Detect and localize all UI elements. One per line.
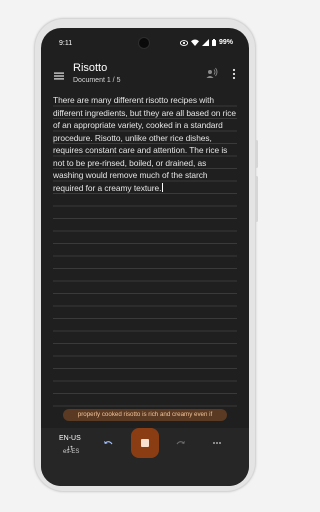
document-text[interactable]: There are many different risotto recipes… (53, 94, 237, 194)
stop-recording-button[interactable] (131, 428, 159, 458)
eye-icon (179, 39, 188, 46)
wifi-icon (190, 39, 199, 46)
app-bar: Risotto Document 1 / 5 (41, 60, 249, 96)
battery-percent: 99% (218, 39, 233, 46)
status-icons: 99% (179, 39, 233, 46)
undo-icon[interactable] (102, 438, 114, 450)
front-camera (139, 38, 149, 48)
status-time: 9:11 (59, 40, 73, 47)
text-cursor (162, 182, 164, 192)
status-bar: 9:11 99% (41, 28, 249, 60)
redo-icon[interactable] (175, 438, 187, 450)
volume-button (255, 176, 258, 222)
screen: 9:11 99% Risotto Document 1 / 5 There ar… (41, 28, 249, 486)
secondary-language[interactable]: es-ES (63, 449, 79, 455)
menu-icon[interactable] (53, 70, 65, 82)
power-button (255, 140, 258, 168)
speaker-voice-icon[interactable] (205, 66, 219, 80)
bottom-bar: EN-US es-ES (41, 428, 249, 486)
more-horiz-icon[interactable] (211, 440, 223, 446)
signal-icon (201, 39, 209, 46)
page-title: Risotto (73, 62, 108, 74)
battery-icon (211, 39, 216, 46)
stop-icon (141, 439, 149, 447)
document-editor[interactable]: There are many different risotto recipes… (53, 94, 237, 414)
more-vert-icon[interactable] (230, 67, 238, 81)
live-caption: properly cooked risotto is rich and crea… (63, 409, 227, 421)
document-counter: Document 1 / 5 (73, 77, 121, 84)
document-body: There are many different risotto recipes… (53, 95, 236, 193)
primary-language[interactable]: EN-US (59, 435, 81, 442)
